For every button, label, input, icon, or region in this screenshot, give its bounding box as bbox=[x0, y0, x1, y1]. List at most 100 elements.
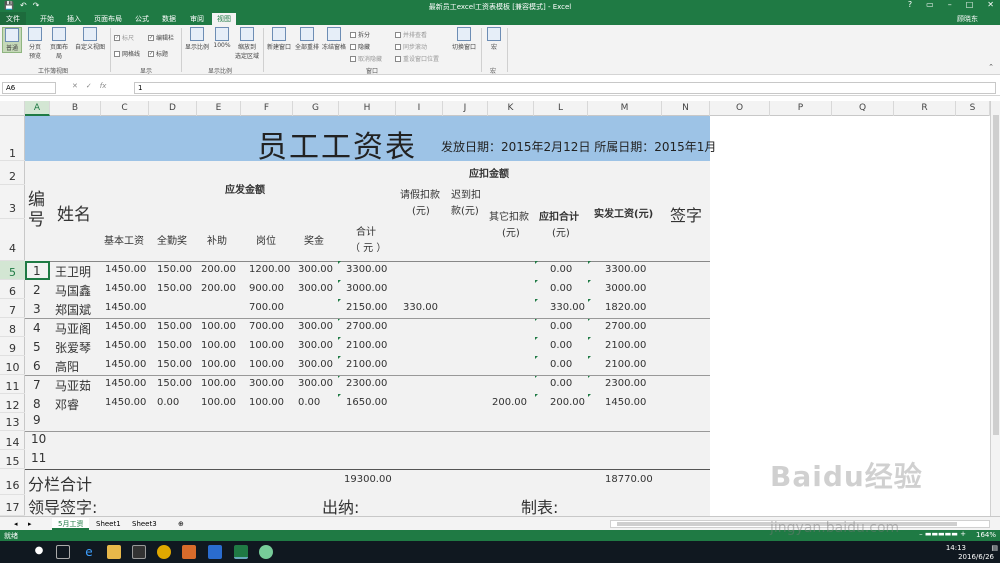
row-header[interactable]: 9 bbox=[0, 337, 25, 356]
task-view-icon[interactable] bbox=[56, 545, 70, 559]
tab-page-layout[interactable]: 页面布局 bbox=[94, 14, 122, 24]
row-header[interactable]: 7 bbox=[0, 299, 25, 318]
column-header[interactable]: E bbox=[197, 101, 241, 116]
row-header[interactable]: 3 bbox=[0, 185, 25, 219]
row-header[interactable]: 10 bbox=[0, 356, 25, 375]
column-header[interactable]: L bbox=[534, 101, 588, 116]
synchronous-scrolling-button[interactable]: 同步滚动 bbox=[395, 42, 427, 51]
start-icon[interactable]: ● bbox=[32, 545, 46, 559]
formula-bar-checkbox[interactable]: ✓ 编辑栏 bbox=[148, 33, 174, 42]
custom-views-button[interactable]: 自定义视图 bbox=[74, 27, 106, 51]
cancel-icon[interactable]: ✕ bbox=[72, 82, 78, 90]
column-header[interactable]: D bbox=[149, 101, 197, 116]
user-name[interactable]: 顾晓东 bbox=[957, 14, 978, 24]
column-header[interactable]: J bbox=[443, 101, 488, 116]
column-header[interactable]: G bbox=[293, 101, 339, 116]
normal-view-button[interactable]: 普通 bbox=[2, 27, 22, 53]
clock-time[interactable]: 14:13 bbox=[946, 544, 966, 552]
vertical-scrollbar[interactable] bbox=[990, 101, 1000, 516]
column-header[interactable]: K bbox=[488, 101, 534, 116]
split-button[interactable]: 拆分 bbox=[350, 30, 370, 39]
row-header[interactable]: 12 bbox=[0, 394, 25, 413]
file-explorer-icon[interactable] bbox=[107, 545, 121, 559]
sheet-tab[interactable]: Sheet3 bbox=[126, 518, 163, 530]
next-sheet-icon[interactable]: ▸ bbox=[22, 518, 38, 530]
freeze-panes-button[interactable]: 冻结窗格 bbox=[321, 27, 347, 51]
macros-button[interactable]: 宏 bbox=[485, 27, 503, 51]
notification-icon[interactable]: ▤ bbox=[991, 544, 998, 552]
row-header[interactable]: 11 bbox=[0, 375, 25, 394]
column-header[interactable]: H bbox=[339, 101, 396, 116]
enter-icon[interactable]: ✓ bbox=[86, 82, 92, 90]
tab-insert[interactable]: 插入 bbox=[67, 14, 81, 24]
app-window-icon[interactable] bbox=[208, 545, 222, 559]
zoom-level[interactable]: 164% bbox=[976, 531, 996, 539]
tab-formulas[interactable]: 公式 bbox=[135, 14, 149, 24]
row-header[interactable]: 6 bbox=[0, 280, 25, 299]
sheet-tab[interactable]: 5月工资 bbox=[52, 518, 90, 530]
help-icon[interactable]: ? bbox=[908, 0, 912, 9]
zoom-to-selection-button[interactable]: 缩放到 选定区域 bbox=[234, 27, 260, 60]
reset-window-position-button[interactable]: 重设窗口位置 bbox=[395, 54, 439, 63]
zoom-button[interactable]: 显示比例 bbox=[184, 27, 210, 51]
vertical-scroll-thumb[interactable] bbox=[993, 115, 999, 435]
page-layout-button[interactable]: 页面布局 bbox=[48, 27, 70, 60]
sheet-tab[interactable]: Sheet1 bbox=[90, 518, 127, 530]
column-header[interactable]: I bbox=[396, 101, 443, 116]
page-break-preview-button[interactable]: 分页 预览 bbox=[26, 27, 44, 60]
paint-app-icon[interactable] bbox=[182, 545, 196, 559]
zoom-100-button[interactable]: 100% bbox=[212, 27, 232, 49]
tab-data[interactable]: 数据 bbox=[162, 14, 176, 24]
app-bird-icon[interactable] bbox=[259, 545, 273, 559]
name-box[interactable]: A6 bbox=[2, 82, 56, 94]
view-side-by-side-button[interactable]: 并排查看 bbox=[395, 30, 427, 39]
tab-review[interactable]: 审阅 bbox=[190, 14, 204, 24]
row-header[interactable]: 2 bbox=[0, 161, 25, 185]
column-header[interactable]: C bbox=[101, 101, 149, 116]
formula-input[interactable]: 1 bbox=[134, 82, 996, 94]
column-header[interactable]: O bbox=[710, 101, 770, 116]
gridlines-checkbox[interactable]: 网格线 bbox=[114, 49, 140, 58]
minimize-icon[interactable]: – bbox=[948, 0, 952, 9]
row-header[interactable]: 15 bbox=[0, 450, 25, 469]
arrange-all-button[interactable]: 全部重排 bbox=[294, 27, 320, 51]
excel-icon[interactable] bbox=[234, 545, 248, 559]
column-header[interactable]: B bbox=[50, 101, 101, 116]
collapse-ribbon-icon[interactable]: ⌃ bbox=[988, 63, 994, 71]
maximize-icon[interactable]: □ bbox=[966, 0, 974, 9]
ribbon-display-icon[interactable]: ▭ bbox=[926, 0, 934, 9]
switch-windows-button[interactable]: 切换窗口 bbox=[450, 27, 478, 51]
store-icon[interactable] bbox=[132, 545, 146, 559]
edge-icon[interactable]: e bbox=[82, 545, 96, 559]
close-icon[interactable]: ✕ bbox=[987, 0, 994, 9]
tab-home[interactable]: 开始 bbox=[40, 14, 54, 24]
new-window-button[interactable]: 新建窗口 bbox=[266, 27, 292, 51]
clock-date[interactable]: 2016/6/26 bbox=[958, 553, 994, 561]
hide-button[interactable]: 隐藏 bbox=[350, 42, 370, 51]
row-header[interactable]: 17 bbox=[0, 495, 25, 516]
ruler-checkbox[interactable]: ✓ 标尺 bbox=[114, 33, 134, 42]
tab-view[interactable]: 视图 bbox=[212, 13, 236, 25]
unhide-button[interactable]: 取消隐藏 bbox=[350, 54, 382, 63]
row-header[interactable]: 8 bbox=[0, 318, 25, 337]
column-header[interactable]: R bbox=[894, 101, 956, 116]
row-header[interactable]: 4 bbox=[0, 219, 25, 261]
column-header[interactable]: Q bbox=[832, 101, 894, 116]
select-all-corner[interactable] bbox=[0, 101, 25, 116]
row-header[interactable]: 13 bbox=[0, 413, 25, 431]
app-icon[interactable] bbox=[157, 545, 171, 559]
row-header[interactable]: 16 bbox=[0, 469, 25, 495]
column-header[interactable]: M bbox=[588, 101, 662, 116]
insert-function-icon[interactable]: fx bbox=[100, 82, 107, 90]
add-sheet-icon[interactable]: ⊕ bbox=[172, 518, 190, 530]
column-header[interactable]: F bbox=[241, 101, 293, 116]
row-header[interactable]: 1 bbox=[0, 116, 25, 161]
column-header[interactable]: P bbox=[770, 101, 832, 116]
column-header[interactable]: A bbox=[25, 101, 50, 116]
row-header[interactable]: 5 bbox=[0, 261, 25, 280]
tab-file[interactable]: 文件 bbox=[0, 12, 26, 25]
zoom-slider-icon[interactable]: – ▬▬▬▬▬ + bbox=[919, 530, 966, 538]
column-header[interactable]: N bbox=[662, 101, 710, 116]
row-header[interactable]: 14 bbox=[0, 431, 25, 450]
column-header[interactable]: S bbox=[956, 101, 990, 116]
